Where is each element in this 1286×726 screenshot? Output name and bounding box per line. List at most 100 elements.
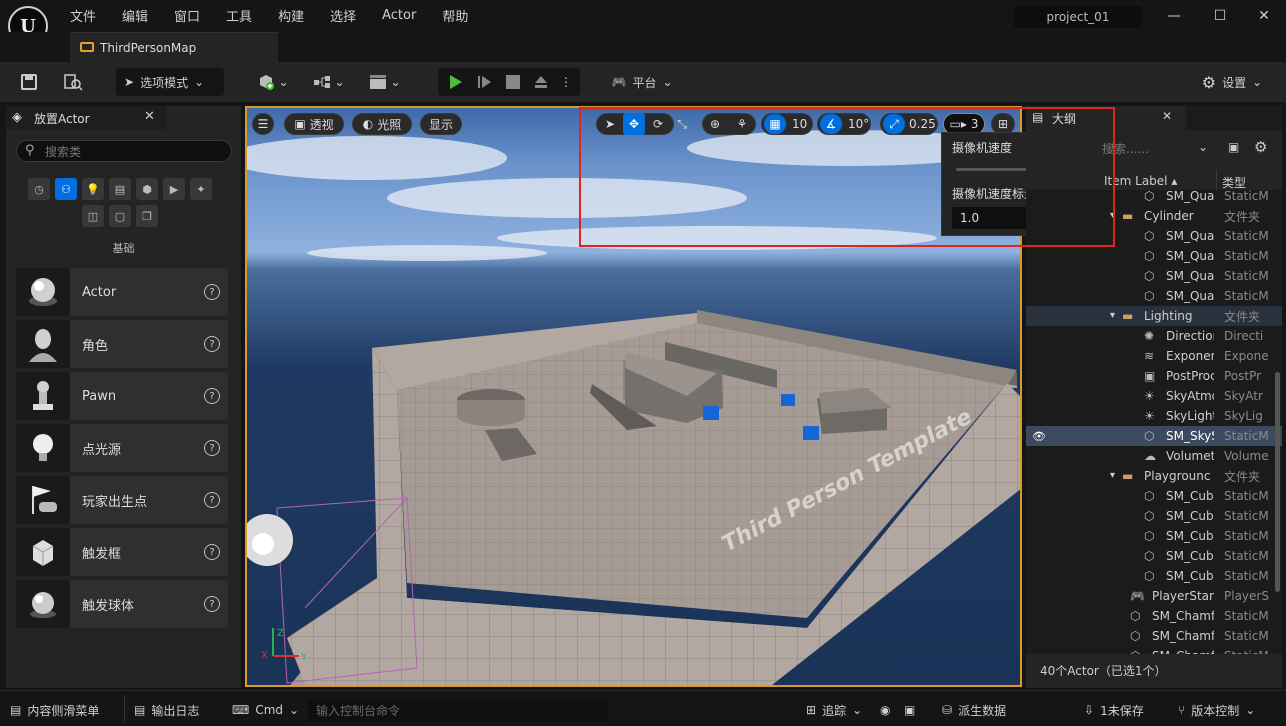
platforms-button[interactable]: 🎮 平台 ⌄	[604, 68, 680, 96]
gear-icon[interactable]: ⚙	[1254, 138, 1267, 156]
place-item-pawn[interactable]: Pawn ?	[16, 372, 228, 420]
rotate-tool-icon[interactable]: ⟳	[647, 113, 669, 135]
help-icon[interactable]: ?	[204, 388, 220, 404]
stop-icon[interactable]	[500, 68, 526, 96]
outliner-folder-row[interactable]: ▾ ▬ Playgrounc 文件夹	[1026, 466, 1282, 486]
all-classes-icon[interactable]: ❐	[136, 205, 158, 227]
outliner-row[interactable]: ▣ PostProc PostPr	[1026, 366, 1282, 386]
content-drawer-button[interactable]: ▤ 内容侧滑菜单	[10, 699, 99, 721]
recent-icon[interactable]: ◷	[28, 178, 50, 200]
place-item-player-start[interactable]: 玩家出生点 ?	[16, 476, 228, 524]
unsaved-button[interactable]: ⇩ 1未保存	[1084, 699, 1144, 721]
maximize-icon[interactable]: ☐	[1210, 8, 1230, 24]
place-actors-tab[interactable]: ◈ 放置Actor ✕	[6, 106, 166, 130]
outliner-row[interactable]: ⬡ SM_Cube StaticM	[1026, 546, 1282, 566]
screenshot-icon[interactable]: ▣	[904, 699, 915, 721]
menu-build[interactable]: 构建	[278, 6, 304, 25]
add-folder-icon[interactable]: ▣	[1228, 140, 1239, 154]
trace-button[interactable]: ⊞ 追踪 ⌄	[806, 699, 862, 721]
place-item-point-light[interactable]: 点光源 ?	[16, 424, 228, 472]
outliner-row[interactable]: ⬡ SM_Quar StaticM	[1026, 246, 1282, 266]
move-tool-icon[interactable]: ✥	[623, 113, 645, 135]
menu-select[interactable]: 选择	[330, 6, 356, 25]
perspective-button[interactable]: ▣ 透视	[284, 113, 344, 135]
outliner-row[interactable]: ⬡ SM_Quar StaticM	[1026, 226, 1282, 246]
volumes-icon[interactable]: ✦	[190, 178, 212, 200]
select-tool-icon[interactable]: ➤	[599, 113, 621, 135]
close-icon[interactable]: ✕	[144, 109, 155, 124]
outliner-row[interactable]: ⬡ SM_Cube StaticM	[1026, 566, 1282, 586]
help-icon[interactable]: ?	[204, 596, 220, 612]
search-input[interactable]: ⚲ 搜索类	[16, 140, 232, 162]
close-icon[interactable]: ✕	[1162, 109, 1172, 123]
derived-data-button[interactable]: ⛁ 派生数据	[942, 699, 1006, 721]
outliner-row[interactable]: ☀ SkyAtmo SkyAtr	[1026, 386, 1282, 406]
lighting-button[interactable]: ◐ 光照	[352, 113, 412, 135]
more-options-icon[interactable]: ⋮	[556, 68, 576, 96]
shapes-icon[interactable]: ▢	[109, 205, 131, 227]
outliner-row[interactable]: ✺ Direction Directi	[1026, 326, 1282, 346]
outliner-folder-row[interactable]: ▾ ▬ Lighting 文件夹	[1026, 306, 1282, 326]
outliner-row[interactable]: ⬡ SM_Quar StaticM	[1026, 266, 1282, 286]
cinematic-icon[interactable]: ▤	[109, 178, 131, 200]
outliner-row[interactable]: ⬡ SM_Quar StaticM	[1026, 186, 1282, 206]
scale-snap-button[interactable]: ⤢ 0.25	[880, 113, 938, 135]
surface-snap-icon[interactable]: ⚘	[731, 113, 753, 135]
cinematics-icon[interactable]: ⌄	[364, 68, 406, 96]
media-icon[interactable]: ▶	[163, 178, 185, 200]
source-control-button[interactable]: ⑂ 版本控制 ⌄	[1178, 699, 1255, 721]
outliner-row[interactable]: ⬡ SM_Cube StaticM	[1026, 506, 1282, 526]
eject-icon[interactable]	[528, 68, 554, 96]
outliner-row[interactable]: ☁ Volumetr Volume	[1026, 446, 1282, 466]
outliner-row[interactable]: ≋ Exponen Expone	[1026, 346, 1282, 366]
visual-effects-icon[interactable]: ⬢	[136, 178, 158, 200]
browse-icon[interactable]	[58, 68, 88, 96]
outliner-row[interactable]: ⬡ SM_Cube StaticM	[1026, 486, 1282, 506]
outliner-search-input[interactable]: 搜索......	[1102, 140, 1149, 157]
outliner-row[interactable]: ⬡SM_ChamfStaticM	[1026, 646, 1282, 654]
menu-file[interactable]: 文件	[70, 6, 96, 25]
help-icon[interactable]: ?	[204, 440, 220, 456]
rotation-snap-button[interactable]: ∡ 10°	[817, 113, 871, 135]
viewport-menu-icon[interactable]: ☰	[252, 113, 274, 135]
cmd-dropdown[interactable]: ⌨ Cmd ⌄	[232, 699, 299, 721]
menu-tools[interactable]: 工具	[226, 6, 252, 25]
level-viewport[interactable]: Third Person Template Z X Y ☰ ▣ 透视 ◐ 光照 显示…	[245, 106, 1022, 687]
close-window-icon[interactable]: ✕	[1254, 8, 1274, 24]
outliner-folder-row[interactable]: ▾ ▬ Cylinder 文件夹	[1026, 206, 1282, 226]
outliner-row[interactable]: ☀ SkyLight SkyLig	[1026, 406, 1282, 426]
show-button[interactable]: 显示	[420, 113, 462, 135]
mode-selector[interactable]: ➤ 选项模式 ⌄	[116, 68, 224, 96]
outliner-row[interactable]: ⬡ SM_Quar StaticM	[1026, 286, 1282, 306]
outliner-row[interactable]: ⬡SM_ChamfStaticM	[1026, 606, 1282, 626]
world-space-icon[interactable]: ⊕	[704, 113, 726, 135]
outliner-row[interactable]: 🎮 PlayerStar PlayerS	[1026, 586, 1282, 606]
help-icon[interactable]: ?	[204, 336, 220, 352]
geometry-icon[interactable]: ◫	[82, 205, 104, 227]
help-icon[interactable]: ?	[204, 544, 220, 560]
place-item-actor[interactable]: Actor ?	[16, 268, 228, 316]
record-icon[interactable]: ◉	[880, 699, 890, 721]
chevron-down-icon[interactable]: ⌄	[1198, 140, 1208, 154]
blueprint-icon[interactable]: ⌄	[308, 68, 350, 96]
menu-help[interactable]: 帮助	[442, 6, 468, 25]
tab-level-map[interactable]: ThirdPersonMap	[70, 32, 278, 62]
console-command-input[interactable]: 输入控制台命令	[308, 699, 608, 721]
outliner-row[interactable]: 👁 ⬡ SM_SkyS StaticM	[1026, 426, 1282, 446]
place-item-trigger-box[interactable]: 触发框 ?	[16, 528, 228, 576]
help-icon[interactable]: ?	[204, 284, 220, 300]
place-item-character[interactable]: 角色 ?	[16, 320, 228, 368]
help-icon[interactable]: ?	[204, 492, 220, 508]
outliner-row[interactable]: ⬡ SM_Cube StaticM	[1026, 526, 1282, 546]
settings-button[interactable]: ⚙ 设置 ⌄	[1192, 68, 1272, 96]
basic-category-icon[interactable]: ⚇	[55, 178, 77, 200]
menu-window[interactable]: 窗口	[174, 6, 200, 25]
scale-tool-icon[interactable]: ⤡	[671, 113, 693, 135]
outliner-scrollbar[interactable]	[1275, 372, 1280, 592]
add-content-button[interactable]: ⌄	[252, 68, 294, 96]
play-icon[interactable]	[442, 68, 468, 96]
menu-edit[interactable]: 编辑	[122, 6, 148, 25]
grid-snap-button[interactable]: ▦ 10	[761, 113, 813, 135]
minimize-icon[interactable]: —	[1164, 8, 1184, 24]
save-icon[interactable]	[14, 68, 44, 96]
